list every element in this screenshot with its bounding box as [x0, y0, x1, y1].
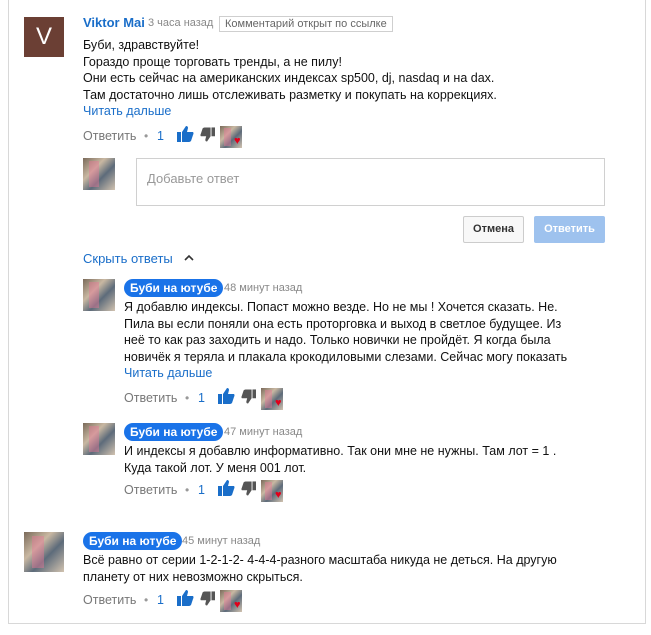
- thumbs-down-icon[interactable]: [241, 389, 256, 404]
- thumbs-down-icon[interactable]: [241, 481, 256, 496]
- comment-time[interactable]: 48 минут назад: [224, 282, 302, 294]
- comment-line: Они есть сейчас на американских индексах…: [83, 71, 495, 85]
- like-count: 1: [198, 391, 205, 405]
- comment-line: планету от них невозможно скрыться.: [83, 569, 303, 584]
- comment-line: неё то как раз заходить и надо. Только н…: [124, 333, 551, 347]
- like-count: 1: [157, 129, 164, 143]
- comment-text: Буби, здравствуйте! Гораздо проще торгов…: [83, 37, 497, 103]
- comment-text: Я добавлю индексы. Попаст можно везде. Н…: [124, 299, 567, 365]
- reply-link[interactable]: Ответить: [83, 593, 136, 607]
- read-more-link[interactable]: Читать дальше: [124, 366, 212, 380]
- submit-reply-button[interactable]: Ответить: [534, 216, 605, 243]
- heart-icon: ♥: [234, 135, 241, 147]
- read-more-link[interactable]: Читать дальше: [83, 104, 171, 118]
- separator-dot: •: [185, 391, 190, 405]
- creator-badge-author[interactable]: Буби на ютубе: [124, 423, 224, 441]
- current-user-avatar: [83, 158, 115, 190]
- avatar[interactable]: V: [24, 17, 64, 57]
- comment-line: Буби, здравствуйте!: [83, 38, 200, 52]
- separator-dot: •: [144, 593, 149, 607]
- like-count: 1: [198, 483, 205, 497]
- avatar[interactable]: [24, 532, 64, 572]
- comment-line: Пила вы если поняли она есть проторговка…: [124, 316, 562, 331]
- cancel-button[interactable]: Отмена: [463, 216, 524, 243]
- thumbs-up-icon[interactable]: [218, 480, 235, 496]
- comment-text: И индексы я добавлю информативно. Так он…: [124, 443, 556, 476]
- linked-comment-badge: Комментарий открыт по ссылке: [219, 16, 393, 32]
- reply-link[interactable]: Ответить: [83, 129, 136, 143]
- thumbs-down-icon[interactable]: [200, 591, 215, 606]
- avatar[interactable]: [83, 279, 115, 311]
- comment-time[interactable]: 3 часа назад: [148, 17, 213, 29]
- reply-link[interactable]: Ответить: [124, 483, 177, 497]
- comment-line: Гораздо проще торговать тренды, а не пил…: [83, 54, 342, 69]
- comment-line: новичёк я теряла и плакала крокодиловыми…: [124, 349, 568, 364]
- comment-line: Я добавлю индексы. Попаст можно везде. Н…: [124, 300, 558, 314]
- thumbs-up-icon[interactable]: [177, 126, 194, 142]
- creator-badge-author[interactable]: Буби на ютубе: [124, 279, 224, 297]
- heart-icon: ♥: [275, 397, 282, 409]
- thumbs-down-icon[interactable]: [200, 127, 215, 142]
- reply-placeholder: Добавьте ответ: [147, 171, 240, 186]
- heart-icon: ♥: [234, 599, 241, 611]
- reply-link[interactable]: Ответить: [124, 391, 177, 405]
- comment-line: Куда такой лот. У меня 001 лот.: [124, 460, 307, 475]
- comment-line: И индексы я добавлю информативно. Так он…: [124, 444, 557, 458]
- chevron-up-icon[interactable]: [184, 254, 194, 261]
- thumbs-up-icon[interactable]: [218, 388, 235, 404]
- comment-line: Там достаточно лишь отслеживать разметку…: [83, 87, 497, 102]
- comment-time[interactable]: 45 минут назад: [182, 535, 260, 547]
- avatar[interactable]: [83, 423, 115, 455]
- comment-line: Всё равно от серии 1-2-1-2- 4-4-4-разног…: [83, 553, 557, 567]
- hide-replies-link[interactable]: Скрыть ответы: [83, 251, 173, 266]
- separator-dot: •: [185, 483, 190, 497]
- heart-icon: ♥: [275, 489, 282, 501]
- comment-text: Всё равно от серии 1-2-1-2- 4-4-4-разног…: [83, 552, 557, 585]
- thumbs-up-icon[interactable]: [177, 590, 194, 606]
- creator-badge-author[interactable]: Буби на ютубе: [83, 532, 183, 550]
- comment-time[interactable]: 47 минут назад: [224, 426, 302, 438]
- like-count: 1: [157, 593, 164, 607]
- avatar-letter: V: [35, 23, 52, 50]
- separator-dot: •: [144, 129, 149, 143]
- comment-author[interactable]: Viktor Mai: [83, 15, 145, 30]
